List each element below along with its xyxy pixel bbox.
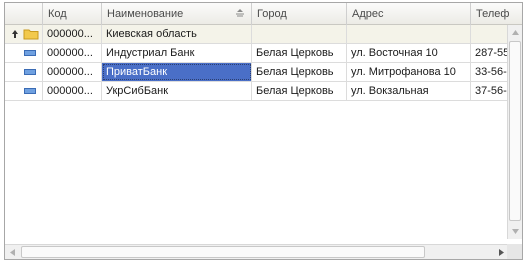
cell-city: Белая Церковь (252, 63, 347, 81)
scrollbar-corner (507, 244, 522, 259)
cell-phone: 287-55 (475, 47, 509, 59)
cell-address (347, 25, 471, 43)
cell-phone: 33-56-9 (475, 66, 509, 78)
table-row[interactable]: 000000... УкрСибБанк Белая Церковь ул. В… (5, 82, 522, 101)
column-header-icon[interactable] (5, 3, 43, 25)
table-row-group[interactable]: 000000... Киевская область (5, 25, 522, 44)
folder-icon (23, 29, 39, 40)
cell-address: ул. Восточная 10 (347, 44, 471, 62)
cell-name: УкрСибБанк (102, 82, 252, 100)
horizontal-scrollbar[interactable] (5, 244, 509, 259)
column-header-city[interactable]: Город (252, 3, 347, 25)
column-header-label: Наименование (107, 8, 184, 20)
cell-phone: 37-56-9 (475, 85, 509, 97)
sort-ascending-icon (236, 9, 244, 17)
column-header-phone[interactable]: Телеф (471, 3, 522, 25)
scroll-left-button[interactable] (5, 245, 20, 259)
arrow-up-icon (512, 30, 519, 35)
column-header-address[interactable]: Адрес (347, 3, 471, 25)
horizontal-scroll-thumb[interactable] (21, 246, 425, 258)
cell-address: ул. Вокзальная (347, 82, 471, 100)
item-icon (24, 88, 36, 94)
column-header-name[interactable]: Наименование (102, 3, 252, 25)
arrow-left-icon (10, 249, 15, 256)
cell-city: Белая Церковь (252, 82, 347, 100)
arrow-down-icon (512, 229, 519, 234)
cell-code: 000000... (43, 25, 102, 43)
cell-address: ул. Митрофанова 10 (347, 63, 471, 81)
cell-phone (471, 25, 509, 43)
item-icon (24, 69, 36, 75)
cell-city: Белая Церковь (252, 44, 347, 62)
cell-code: 000000... (43, 44, 102, 62)
expand-up-icon[interactable] (11, 29, 19, 39)
table-header: Код Наименование Город Адрес Телеф (5, 3, 522, 25)
column-header-label: Телеф (476, 8, 510, 20)
column-header-label: Город (257, 8, 287, 20)
cell-name-selected[interactable]: ПриватБанк (102, 63, 252, 81)
column-header-label: Адрес (352, 8, 384, 20)
vertical-scroll-thumb[interactable] (509, 41, 521, 221)
cell-code: 000000... (43, 63, 102, 81)
cell-name: Киевская область (102, 25, 252, 43)
column-header-code[interactable]: Код (43, 3, 102, 25)
arrow-right-icon (499, 249, 504, 256)
vertical-scrollbar[interactable] (507, 25, 522, 239)
cell-city (252, 25, 347, 43)
table-row-selected[interactable]: 000000... ПриватБанк Белая Церковь ул. М… (5, 63, 522, 82)
table-row[interactable]: 000000... Индустриал Банк Белая Церковь … (5, 44, 522, 63)
column-header-label: Код (48, 8, 67, 20)
cell-code: 000000... (43, 82, 102, 100)
scroll-down-button[interactable] (508, 224, 522, 239)
catalog-table[interactable]: Код Наименование Город Адрес Телеф 00000… (4, 2, 523, 260)
cell-name: Индустриал Банк (102, 44, 252, 62)
scroll-up-button[interactable] (508, 25, 522, 40)
item-icon (24, 50, 36, 56)
